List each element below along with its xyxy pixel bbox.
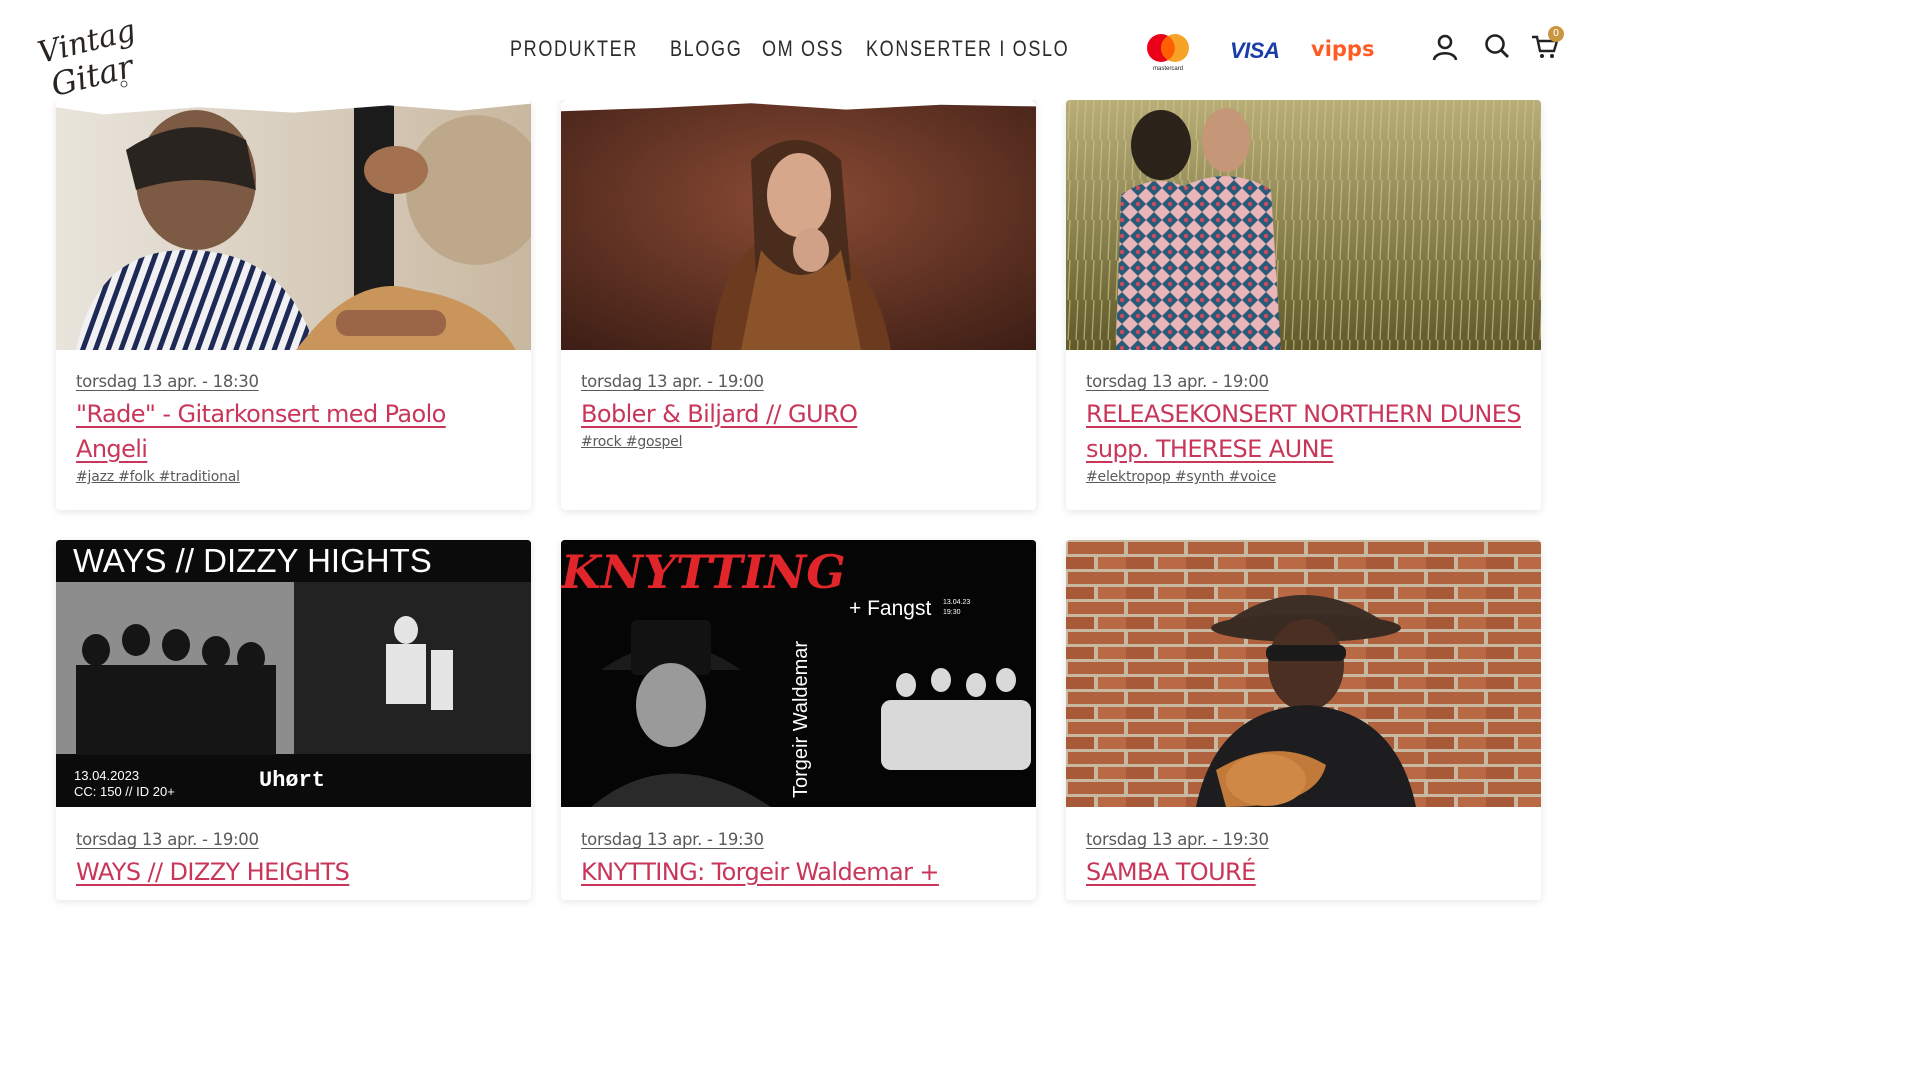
event-title[interactable]: KNYTTING: Torgeir Waldemar + bbox=[581, 855, 1022, 890]
event-body: torsdag 13 apr. - 19:00 RELEASEKONSERT N… bbox=[1086, 372, 1527, 485]
event-body: torsdag 13 apr. - 18:30 "Rade" - Gitarko… bbox=[76, 372, 517, 485]
svg-text:+ Fangst: + Fangst bbox=[849, 597, 931, 620]
nav-item-produkter[interactable]: PRODUKTER bbox=[510, 36, 638, 62]
event-body: torsdag 13 apr. - 19:00 Bobler & Biljard… bbox=[581, 372, 1022, 450]
svg-text:19:30: 19:30 bbox=[943, 609, 961, 616]
event-image-paolo-angeli[interactable] bbox=[56, 100, 531, 350]
event-date[interactable]: torsdag 13 apr. - 19:30 bbox=[581, 830, 1022, 849]
event-title[interactable]: Bobler & Biljard // GURO bbox=[581, 397, 1022, 432]
nav-item-blogg[interactable]: BLOGG bbox=[670, 36, 742, 62]
event-card[interactable]: torsdag 13 apr. - 19:30 SAMBA TOURÉ bbox=[1066, 540, 1541, 900]
event-body: torsdag 13 apr. - 19:00 WAYS // DIZZY HE… bbox=[76, 830, 517, 890]
event-card[interactable]: KNYTTING Torgeir Waldemar + Fangst 13.04… bbox=[561, 540, 1036, 900]
event-title[interactable]: "Rade" - Gitarkonsert med Paolo Angeli bbox=[76, 397, 517, 467]
event-date[interactable]: torsdag 13 apr. - 19:00 bbox=[1086, 372, 1527, 391]
logo-graphic: Vintage Gitar bbox=[34, 9, 156, 104]
vintage-gitar-logo[interactable]: Vintage Gitar bbox=[34, 9, 156, 104]
svg-text:13.04.23: 13.04.23 bbox=[943, 599, 970, 606]
svg-text:Torgeir Waldemar: Torgeir Waldemar bbox=[790, 641, 812, 798]
event-card[interactable]: torsdag 13 apr. - 18:30 "Rade" - Gitarko… bbox=[56, 100, 531, 510]
event-image-samba-toure[interactable] bbox=[1066, 540, 1541, 807]
vipps-logo: vipps bbox=[1311, 37, 1375, 61]
event-image-guro[interactable] bbox=[561, 100, 1036, 350]
event-card[interactable]: torsdag 13 apr. - 19:00 RELEASEKONSERT N… bbox=[1066, 100, 1541, 510]
visa-logo: VISA bbox=[1230, 38, 1280, 63]
event-image-northern-dunes[interactable] bbox=[1066, 100, 1541, 350]
svg-text:13.04.2023: 13.04.2023 bbox=[74, 768, 139, 783]
event-date[interactable]: torsdag 13 apr. - 18:30 bbox=[76, 372, 517, 391]
svg-text:WAYS // DIZZY HIGHTS: WAYS // DIZZY HIGHTS bbox=[73, 542, 432, 579]
event-body: torsdag 13 apr. - 19:30 KNYTTING: Torgei… bbox=[581, 830, 1022, 890]
svg-text:CC: 150 // ID 20+: CC: 150 // ID 20+ bbox=[74, 784, 175, 799]
event-card[interactable]: torsdag 13 apr. - 19:00 Bobler & Biljard… bbox=[561, 100, 1036, 510]
event-date[interactable]: torsdag 13 apr. - 19:00 bbox=[76, 830, 517, 849]
event-image-ways-dizzy[interactable]: WAYS // DIZZY HIGHTS 13.04.2023 CC: 150 … bbox=[56, 540, 531, 807]
event-body: torsdag 13 apr. - 19:30 SAMBA TOURÉ bbox=[1086, 830, 1527, 890]
mastercard-logo: mastercard bbox=[1145, 30, 1191, 72]
cart-count-badge: 0 bbox=[1548, 26, 1564, 42]
nav-item-om-oss[interactable]: OM OSS bbox=[762, 36, 844, 62]
event-card[interactable]: WAYS // DIZZY HIGHTS 13.04.2023 CC: 150 … bbox=[56, 540, 531, 900]
event-title[interactable]: SAMBA TOURÉ bbox=[1086, 855, 1527, 890]
event-image-knytting[interactable]: KNYTTING Torgeir Waldemar + Fangst 13.04… bbox=[561, 540, 1036, 807]
svg-text:mastercard: mastercard bbox=[1153, 66, 1183, 72]
main-nav: PRODUKTER BLOGG OM OSS KONSERTER I OSLO bbox=[510, 36, 1092, 62]
event-title[interactable]: RELEASEKONSERT NORTHERN DUNES supp. THER… bbox=[1086, 397, 1527, 467]
svg-text:KNYTTING: KNYTTING bbox=[561, 545, 846, 599]
event-tags[interactable]: #rock #gospel bbox=[581, 434, 1022, 450]
event-title[interactable]: WAYS // DIZZY HEIGHTS bbox=[76, 855, 517, 890]
site-header: Vintage Gitar PRODUKTER BLOGG OM OSS KON… bbox=[0, 0, 1568, 104]
event-tags[interactable]: #elektropop #synth #voice bbox=[1086, 469, 1527, 485]
search-icon[interactable] bbox=[1482, 32, 1512, 62]
svg-text:Uhørt: Uhørt bbox=[259, 768, 325, 793]
nav-item-konserter-i-oslo[interactable]: KONSERTER I OSLO bbox=[866, 36, 1069, 62]
event-tags[interactable]: #jazz #folk #traditional bbox=[76, 469, 517, 485]
event-date[interactable]: torsdag 13 apr. - 19:30 bbox=[1086, 830, 1527, 849]
user-icon[interactable] bbox=[1430, 32, 1460, 62]
event-date[interactable]: torsdag 13 apr. - 19:00 bbox=[581, 372, 1022, 391]
